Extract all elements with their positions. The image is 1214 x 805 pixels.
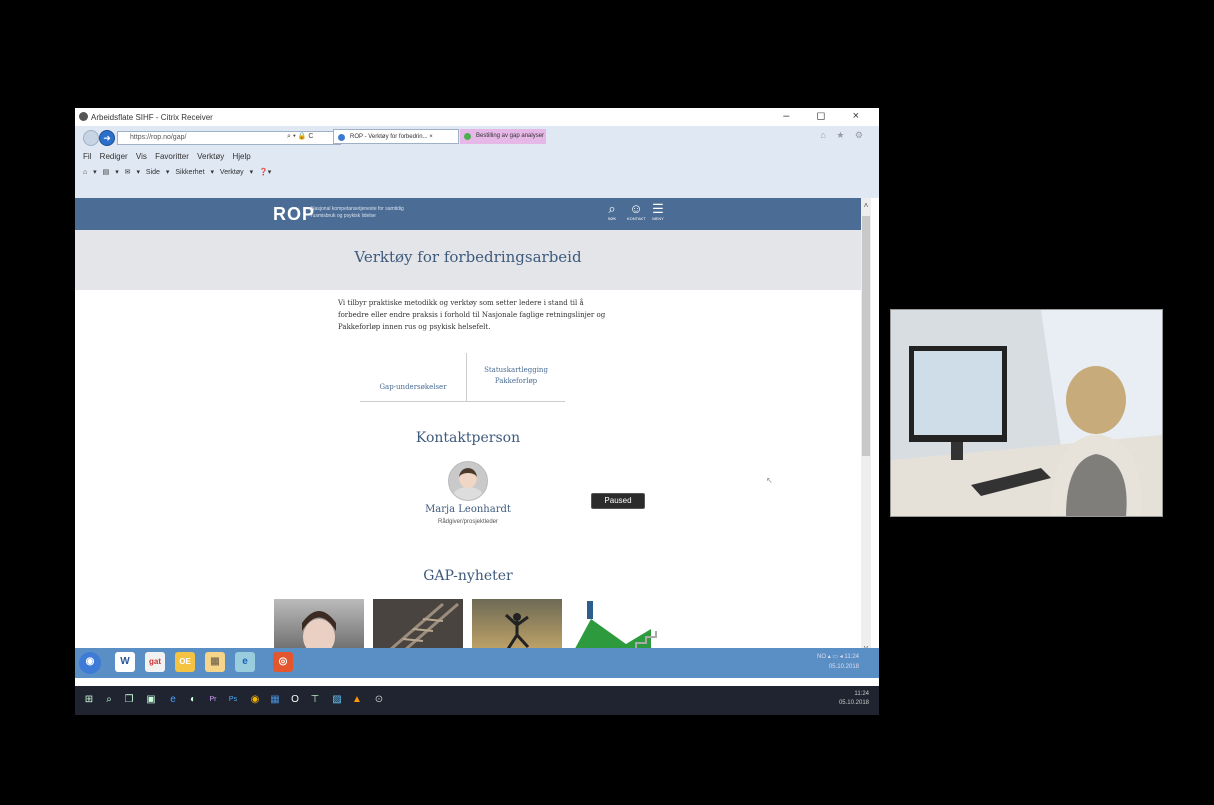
news-heading: GAP-nyheter xyxy=(423,568,513,584)
windows-clock-date: 05.10.2018 xyxy=(838,700,869,706)
webcam-overlay xyxy=(890,309,1163,517)
windows-clock-time: 11:24 xyxy=(854,691,869,697)
page-scrollbar[interactable]: ˄ ˅ xyxy=(861,198,871,656)
contact-icon: ☺ xyxy=(629,201,643,216)
contact-name: Marja Leonhardt xyxy=(425,504,511,515)
citrix-taskbar: ◉ W gat OE ▦ e ◎ NO ▴ ▭ ◂ 11:24 05.10.20… xyxy=(75,648,879,678)
vlc-icon[interactable]: ▲ xyxy=(351,694,363,706)
browser-tab-rop[interactable]: ROP - Verktøy for forbedrin... × xyxy=(333,129,459,144)
mouse-cursor-icon: ↖ xyxy=(766,476,773,485)
video-paused-label: Paused xyxy=(591,493,645,509)
task-view-icon[interactable]: ❐ xyxy=(123,694,135,706)
tab-label: Bestilling av gap analyser xyxy=(476,133,545,139)
citrix-titlebar: Arbeidsflate SIHF - Citrix Receiver – ◻ … xyxy=(75,108,879,126)
premiere-icon[interactable]: Pr xyxy=(207,694,219,706)
forward-button[interactable]: ➜ xyxy=(99,130,115,146)
app-icon[interactable]: ◐ xyxy=(187,694,199,706)
intro-text: Vi tilbyr praktiske metodikk og verktøy … xyxy=(338,299,606,331)
app-icon[interactable]: ⊤ xyxy=(309,694,321,706)
page-title: Verktøy for forbedringsarbeid xyxy=(354,248,582,266)
folder-app-icon[interactable]: ▦ xyxy=(205,652,225,672)
citrix-clock-date: 05.10.2018 xyxy=(828,664,859,670)
photoshop-icon[interactable]: Ps xyxy=(227,694,239,706)
remote-desktop-screen: Arbeidsflate SIHF - Citrix Receiver – ◻ … xyxy=(75,108,879,715)
site-header: ROP Nasjonal kompetansetjeneste for samt… xyxy=(75,198,861,230)
gat-app-icon[interactable]: gat xyxy=(145,652,165,672)
menu-icon: ☰ xyxy=(652,201,664,216)
start-orb-icon[interactable]: ◉ xyxy=(79,652,101,674)
citrix-receiver-icon[interactable]: ⊙ xyxy=(373,694,385,706)
citrix-tray: NO ▴ ▭ ◂ 11:24 05.10.2018 xyxy=(817,652,859,672)
windows-tray: 11:24 05.10.2018 xyxy=(839,690,869,708)
page-hero: Verktøy for forbedringsarbeid xyxy=(75,230,861,290)
word-app-icon[interactable]: W xyxy=(115,652,135,672)
search-icon: ⌕ xyxy=(608,201,616,216)
windows-taskbar: ⊞ ⌕ ❐ ▣ e ◐ Pr Ps ◉ ▦ O ⊤ ▨ ▲ ⊙ 11:24 05… xyxy=(75,686,879,715)
rop-website: ROP Nasjonal kompetansetjeneste for samt… xyxy=(75,198,861,656)
contact-role: Rådgiver/prosjektleder xyxy=(437,519,499,525)
search-icon[interactable]: ⌕ xyxy=(103,694,115,706)
scroll-up-icon[interactable]: ˄ xyxy=(861,201,871,210)
back-button[interactable] xyxy=(83,130,99,146)
address-tools[interactable]: ⌕ ▾ 🔒 C xyxy=(287,132,313,141)
contact-avatar xyxy=(448,461,488,501)
tray-icons[interactable]: ▴ ▭ ◂ xyxy=(828,654,843,660)
ie-app-icon[interactable]: e xyxy=(235,652,255,672)
contact-button[interactable]: ☺ KONTAKT xyxy=(627,201,646,222)
language-indicator[interactable]: NO xyxy=(817,654,826,660)
windows-start-icon[interactable]: ⊞ xyxy=(83,694,95,706)
opera-icon[interactable]: O xyxy=(289,694,301,706)
store-icon[interactable]: ▣ xyxy=(145,694,157,706)
window-controls[interactable]: – ◻ × xyxy=(783,109,871,122)
app-icon[interactable]: ▨ xyxy=(331,694,343,706)
contact-heading: Kontaktperson xyxy=(415,430,521,446)
edge-icon[interactable]: e xyxy=(167,694,179,706)
browser-tools-icons[interactable]: ⌂ ★ ⚙ xyxy=(820,130,867,141)
citrix-app-icon[interactable]: ◎ xyxy=(273,652,293,672)
tab-favicon-icon xyxy=(464,133,471,140)
citrix-icon xyxy=(79,112,88,121)
scroll-thumb[interactable] xyxy=(862,216,870,456)
rop-logo[interactable]: ROP xyxy=(273,204,315,225)
app-icon[interactable]: ▦ xyxy=(269,694,281,706)
tab-gap-undersokelser[interactable]: Gap-undersøkelser xyxy=(360,383,466,391)
site-tagline: Nasjonal kompetansetjeneste for samtidig… xyxy=(311,206,404,219)
browser-nav-row: ➜ https://rop.no/gap/ ⌕ ▾ 🔒 C ROP - Verk… xyxy=(75,126,879,150)
outlook-app-icon[interactable]: OE xyxy=(175,652,195,672)
browser-chrome: ➜ https://rop.no/gap/ ⌕ ▾ 🔒 C ROP - Verk… xyxy=(75,126,879,198)
search-button[interactable]: ⌕ SØK xyxy=(603,201,621,222)
browser-tab-bestilling[interactable]: Bestilling av gap analyser xyxy=(460,129,546,144)
rop-favicon-icon xyxy=(338,134,345,141)
window-title: Arbeidsflate SIHF - Citrix Receiver xyxy=(91,113,213,122)
content-tabs: Gap-undersøkelser Statuskartlegging Pakk… xyxy=(360,353,565,402)
menu-button[interactable]: ☰ MENY xyxy=(649,201,667,222)
tab-statuskartlegging[interactable]: Statuskartlegging Pakkeforløp xyxy=(467,365,565,387)
chrome-icon[interactable]: ◉ xyxy=(249,694,261,706)
citrix-clock-time: 11:24 xyxy=(844,654,859,660)
tab-label: ROP - Verktøy for forbedrin... × xyxy=(350,134,433,140)
browser-command-bar[interactable]: ⌂ ▾ ▤ ▾ ✉ ▾ Side ▾ Sikkerhet ▾ Verktøy ▾… xyxy=(83,168,271,176)
browser-menubar[interactable]: Fil Rediger Vis Favoritter Verktøy Hjelp xyxy=(83,152,251,161)
webcam-person-at-desk-icon xyxy=(891,310,1162,516)
